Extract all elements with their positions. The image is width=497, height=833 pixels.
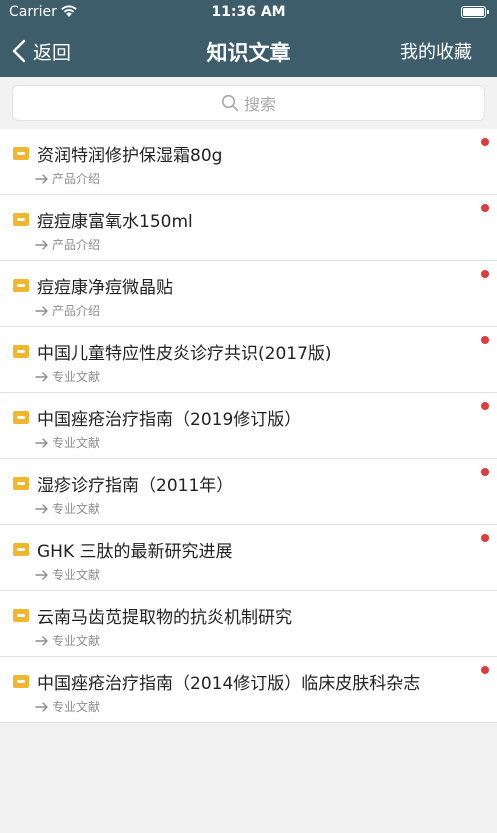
unread-dot [481,534,489,542]
list-item[interactable]: 中国痤疮治疗指南（2014修订版）临床皮肤科杂志专业文献 [0,657,497,723]
nav-bar: 返回 知识文章 我的收藏 [0,26,497,77]
unread-dot [481,138,489,146]
list-item[interactable]: 痘痘康富氧水150ml 产品介绍 [0,195,497,261]
unread-dot [481,666,489,674]
article-category: 产品介绍 [35,236,100,253]
search-area: 搜索 [0,77,497,129]
article-category-label: 产品介绍 [52,172,101,186]
article-icon [13,675,29,688]
article-category-label: 专业文献 [52,436,101,450]
unread-dot [481,336,489,344]
list-item[interactable]: GHK 三肽的最新研究进展专业文献 [0,525,497,591]
article-category-label: 专业文献 [52,700,101,714]
arrow-right-icon [35,437,48,448]
list-item[interactable]: 痘痘康净痘微晶贴产品介绍 [0,261,497,327]
header: Carrier 11:36 AM 返回 知识文章 我的收藏 [0,0,497,77]
arrow-right-icon [35,239,48,250]
article-category-label: 专业文献 [52,568,101,582]
article-title: 湿疹诊疗指南（2011年） [37,476,234,496]
article-icon [13,279,29,292]
article-title: 云南马齿苋提取物的抗炎机制研究 [37,608,292,628]
article-title: 中国儿童特应性皮炎诊疗共识(2017版) [37,344,332,364]
arrow-right-icon [35,305,48,316]
status-bar: Carrier 11:36 AM [0,0,497,26]
my-favorites-button[interactable]: 我的收藏 [400,38,472,64]
article-category: 专业文献 [35,632,100,649]
battery-icon [461,6,489,18]
status-time: 11:36 AM [211,4,286,20]
arrow-right-icon [35,371,48,382]
arrow-right-icon [35,569,48,580]
article-icon [13,147,29,160]
list-item[interactable]: 中国儿童特应性皮炎诊疗共识(2017版) 专业文献 [0,327,497,393]
article-title: 中国痤疮治疗指南（2014修订版）临床皮肤科杂志 [37,674,421,694]
article-category: 专业文献 [35,368,100,385]
article-category-label: 产品介绍 [52,304,101,318]
arrow-right-icon [35,173,48,184]
article-icon [13,213,29,226]
article-title: 中国痤疮治疗指南（2019修订版） [37,410,302,430]
article-category-label: 产品介绍 [52,238,101,252]
unread-dot [481,204,489,212]
unread-dot [481,270,489,278]
article-icon [13,609,29,622]
arrow-right-icon [35,635,48,646]
search-input[interactable]: 搜索 [12,85,485,121]
article-category-label: 专业文献 [52,634,101,648]
list-item[interactable]: 中国痤疮治疗指南（2019修订版） 专业文献 [0,393,497,459]
article-icon [13,345,29,358]
unread-dot [481,468,489,476]
article-category: 专业文献 [35,566,100,583]
list-item[interactable]: 云南马齿苋提取物的抗炎机制研究专业文献 [0,591,497,657]
arrow-right-icon [35,701,48,712]
arrow-right-icon [35,503,48,514]
list-item[interactable]: 湿疹诊疗指南（2011年） 专业文献 [0,459,497,525]
search-icon [221,94,239,112]
article-category: 专业文献 [35,698,100,715]
article-category-label: 专业文献 [52,370,101,384]
article-category-label: 专业文献 [52,502,101,516]
article-title: GHK 三肽的最新研究进展 [37,542,233,562]
unread-dot [481,402,489,410]
list-item[interactable]: 资润特润修护保湿霜80g 产品介绍 [0,129,497,195]
article-icon [13,411,29,424]
article-list: 资润特润修护保湿霜80g 产品介绍 痘痘康富氧水150ml 产品介绍 痘痘康净痘微晶贴产… [0,129,497,723]
article-category: 专业文献 [35,434,100,451]
article-title: 痘痘康净痘微晶贴 [37,278,173,298]
article-category: 产品介绍 [35,302,100,319]
article-title: 资润特润修护保湿霜80g [37,146,223,166]
search-placeholder: 搜索 [243,95,276,114]
article-icon [13,543,29,556]
article-icon [13,477,29,490]
article-category: 专业文献 [35,500,100,517]
article-title: 痘痘康富氧水150ml [37,212,193,232]
article-category: 产品介绍 [35,170,100,187]
